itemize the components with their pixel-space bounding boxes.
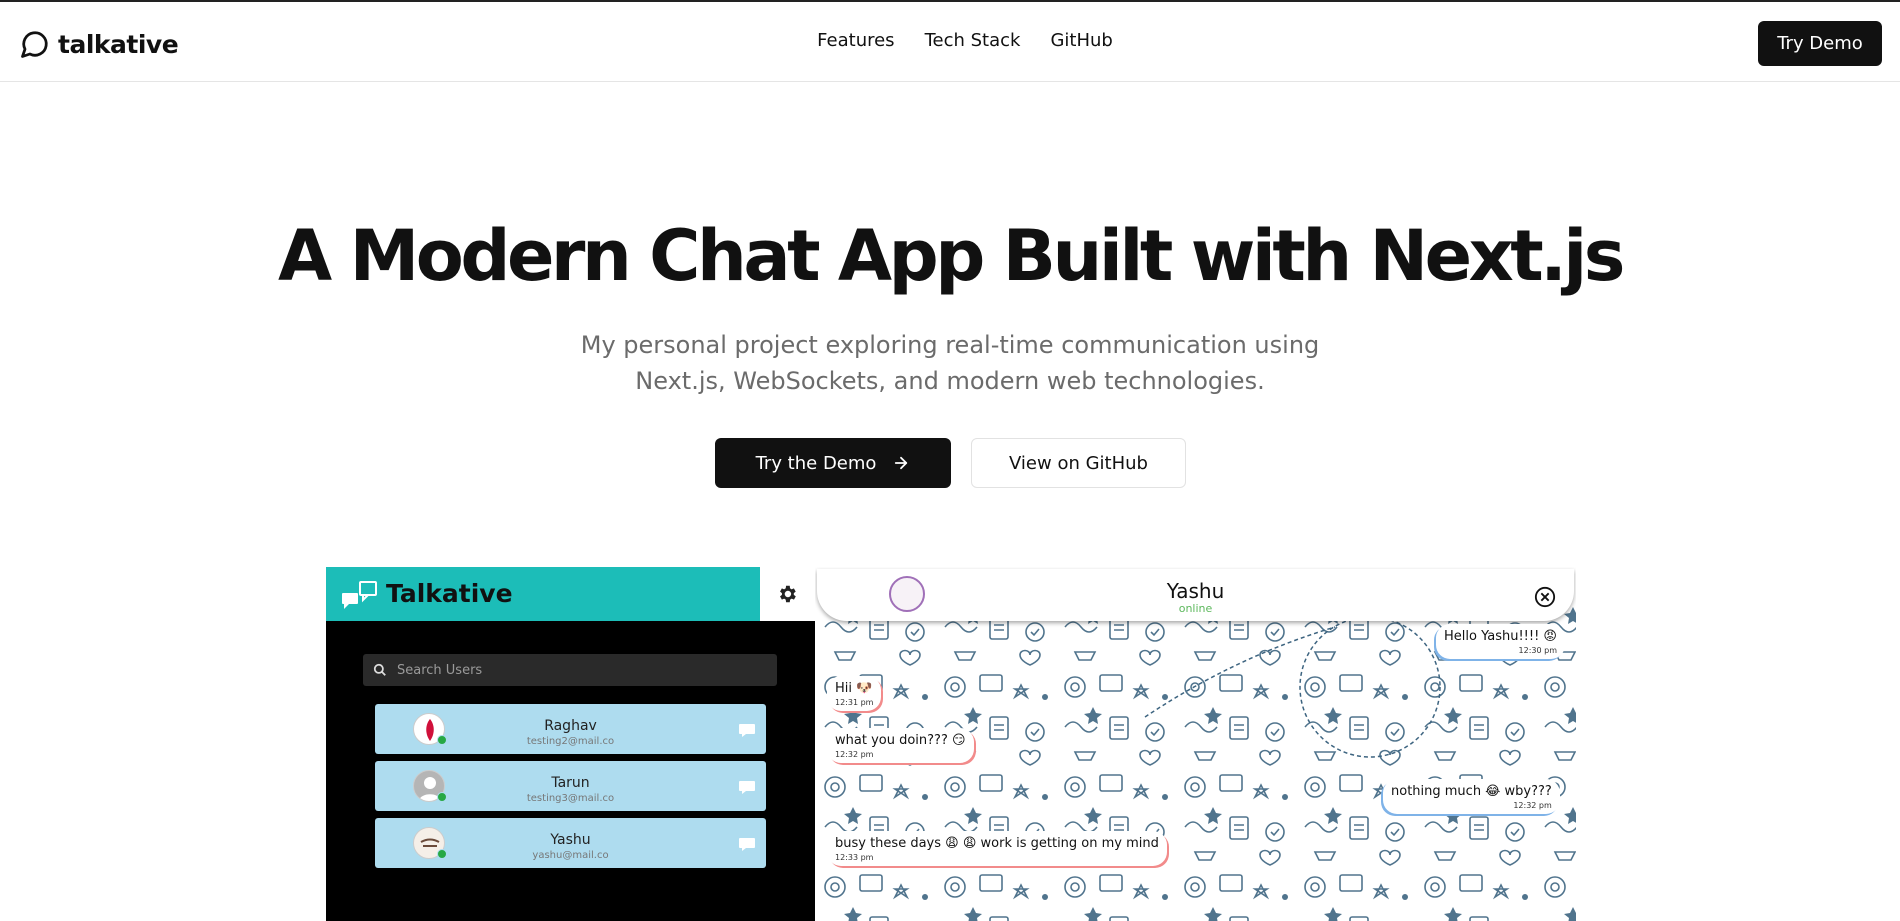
chat-bubbles-icon xyxy=(342,581,377,609)
gear-icon[interactable] xyxy=(776,583,798,605)
app-header: Talkative xyxy=(326,567,760,621)
user-email: yashu@mail.co xyxy=(532,850,609,861)
user-card-raghav[interactable]: Raghav testing2@mail.co xyxy=(375,704,766,754)
nav-link-github[interactable]: GitHub xyxy=(1050,30,1112,51)
message-bubble: busy these days 😩 😩 work is getting on m… xyxy=(827,831,1167,866)
message-text: Hello Yashu!!!! 😡 xyxy=(1444,629,1557,644)
user-email: testing2@mail.co xyxy=(526,736,615,747)
app-title: Talkative xyxy=(386,579,513,608)
message-bubble: Hii 🐶 12:31 pm xyxy=(827,676,882,711)
message-icon[interactable] xyxy=(739,781,755,794)
message-icon[interactable] xyxy=(739,724,755,737)
message-time: 12:33 pm xyxy=(835,853,874,862)
message-time: 12:30 pm xyxy=(1518,646,1557,655)
user-sidebar: Raghav testing2@mail.co Tarun testing3@m… xyxy=(326,621,815,921)
message-text: busy these days 😩 😩 work is getting on m… xyxy=(835,836,1159,851)
nav-link-features[interactable]: Features xyxy=(817,30,894,51)
message-text: Hii 🐶 xyxy=(835,681,873,696)
message-icon[interactable] xyxy=(739,838,755,851)
arrow-right-icon xyxy=(895,456,908,470)
message-bubble: what you doin??? 😏 12:32 pm xyxy=(827,728,974,763)
user-card-yashu[interactable]: Yashu yashu@mail.co xyxy=(375,818,766,868)
search-users-input[interactable] xyxy=(397,662,757,678)
hero-title: A Modern Chat App Built with Next.js xyxy=(278,215,1625,297)
nav-link-tech-stack[interactable]: Tech Stack xyxy=(925,30,1021,51)
user-name: Yashu xyxy=(550,832,591,848)
user-email: testing3@mail.co xyxy=(526,793,615,804)
message-time: 12:32 pm xyxy=(1513,801,1552,810)
view-on-github-label: View on GitHub xyxy=(1009,452,1148,474)
search-icon xyxy=(373,663,386,676)
contact-status: online xyxy=(1178,602,1213,615)
message-time: 12:32 pm xyxy=(835,750,874,759)
chat-window: Yashu online Hello Yashu!!!! 😡 12:30 pm … xyxy=(815,567,1576,921)
view-on-github-button[interactable]: View on GitHub xyxy=(971,438,1186,488)
message-text: nothing much 😂 wby??? xyxy=(1391,784,1552,799)
app-preview-screenshot: Talkative Raghav testing2@mail.co Tarun xyxy=(326,567,1576,921)
hero-subtitle-line-2: Next.js, WebSockets, and modern web tech… xyxy=(635,367,1265,395)
message-bubble: nothing much 😂 wby??? 12:32 pm xyxy=(1383,779,1560,814)
chat-header: Yashu online xyxy=(817,569,1574,621)
top-navbar: talkative Features Tech Stack GitHub Try… xyxy=(0,2,1900,82)
hero-subtitle: My personal project exploring real-time … xyxy=(500,327,1400,399)
message-text: what you doin??? 😏 xyxy=(835,733,966,748)
user-card-tarun[interactable]: Tarun testing3@mail.co xyxy=(375,761,766,811)
user-name: Tarun xyxy=(551,775,590,791)
try-the-demo-button[interactable]: Try the Demo xyxy=(715,438,951,488)
message-time: 12:31 pm xyxy=(835,698,874,707)
hero-subtitle-line-1: My personal project exploring real-time … xyxy=(580,331,1320,359)
try-demo-nav-button[interactable]: Try Demo xyxy=(1758,21,1882,66)
search-bar xyxy=(363,654,777,686)
user-name: Raghav xyxy=(544,718,597,734)
contact-name: Yashu xyxy=(1166,579,1225,603)
message-bubble: Hello Yashu!!!! 😡 12:30 pm xyxy=(1436,624,1565,659)
close-icon[interactable] xyxy=(1534,586,1556,608)
nav-links: Features Tech Stack GitHub xyxy=(0,30,1900,51)
try-the-demo-label: Try the Demo xyxy=(755,452,877,474)
